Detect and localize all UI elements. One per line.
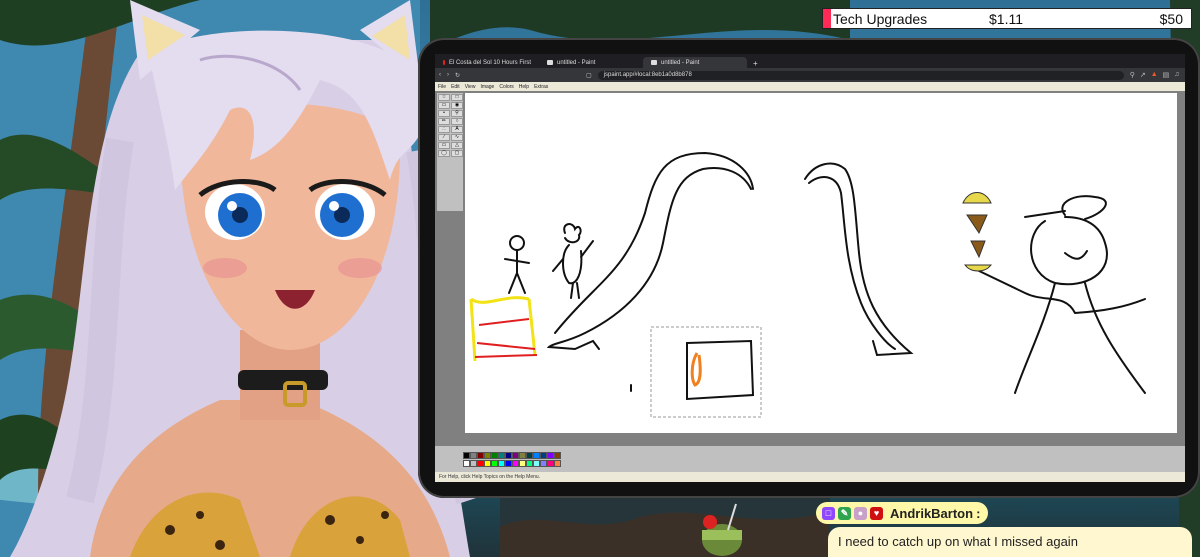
paint-canvas[interactable] [465, 93, 1177, 433]
rect-select-tool-icon[interactable]: □ [451, 94, 463, 101]
color-swatch[interactable] [484, 451, 491, 459]
coconut-drink [702, 503, 742, 556]
color-swatch[interactable] [519, 451, 526, 459]
paint-icon [651, 60, 657, 65]
color-swatch[interactable] [484, 459, 491, 467]
color-swatch[interactable] [533, 459, 540, 467]
tablet-frame: El Costa del Sol 10 Hours First untitled… [418, 38, 1200, 498]
new-tab-button[interactable]: + [747, 59, 764, 68]
paint-menu-bar: File Edit View Image Colors Help Extras [435, 82, 1185, 91]
youtube-icon [443, 60, 445, 65]
menu-extras[interactable]: Extras [534, 84, 548, 90]
color-swatch[interactable] [491, 459, 498, 467]
fill-tool-icon[interactable]: ◉ [451, 102, 463, 109]
color-swatch[interactable] [491, 451, 498, 459]
menu-edit[interactable]: Edit [451, 84, 460, 90]
rocks [500, 497, 830, 557]
goal-progress-fill [823, 9, 832, 28]
tab-title: El Costa del Sol 10 Hours First [448, 59, 531, 66]
color-swatch[interactable] [540, 451, 547, 459]
color-swatch[interactable] [470, 451, 477, 459]
browser-tab-bar: El Costa del Sol 10 Hours First untitled… [435, 54, 1185, 68]
color-swatch[interactable] [470, 459, 477, 467]
goal-target: $50 [1159, 10, 1183, 27]
color-swatch[interactable] [505, 459, 512, 467]
color-swatch[interactable] [512, 451, 519, 459]
color-swatch[interactable] [463, 459, 470, 467]
pencil-tool-icon[interactable]: ✏ [438, 118, 450, 125]
airbrush-tool-icon[interactable]: ∴ [438, 126, 450, 133]
browser-toolbar-icons: ⚲ ↗ ▲ ▤ ♫ ☰ [1130, 71, 1185, 79]
menu-image[interactable]: Image [480, 84, 494, 90]
picker-tool-icon[interactable]: • [438, 110, 450, 117]
color-swatch[interactable] [463, 451, 470, 459]
tab-title: untitled - Paint [661, 59, 700, 66]
heart-icon: ♥ [870, 506, 883, 520]
free-select-tool-icon[interactable]: ☆ [438, 94, 450, 101]
text-tool-icon[interactable]: A [451, 126, 463, 133]
tablet-screen: El Costa del Sol 10 Hours First untitled… [435, 54, 1185, 482]
menu-colors[interactable]: Colors [499, 84, 513, 90]
color-swatch[interactable] [533, 451, 540, 459]
color-swatch[interactable] [498, 451, 505, 459]
color-swatch[interactable] [519, 459, 526, 467]
browser-tab-active[interactable]: untitled - Paint [643, 57, 747, 68]
brush-tool-icon[interactable]: ○ [451, 118, 463, 125]
tab-title: untitled - Paint [557, 59, 596, 66]
music-icon[interactable]: ♫ [1174, 71, 1179, 79]
controller-icon: ● [854, 506, 867, 520]
eraser-tool-icon[interactable]: ▭ [438, 102, 450, 109]
ellipse-tool-icon[interactable]: ◯ [438, 150, 450, 157]
bookmark-icon[interactable]: ▢ [586, 72, 592, 79]
color-swatch[interactable] [540, 459, 547, 467]
forward-icon[interactable]: › [447, 72, 449, 78]
color-swatch[interactable] [477, 451, 484, 459]
twitch-icon: □ [822, 506, 835, 520]
zoom-icon[interactable]: ⚲ [1130, 71, 1135, 79]
color-swatch[interactable] [505, 451, 512, 459]
browser-address-bar: ‹ › ↻ ▢ jspaint.app/#local:8eb1a0d8b878 … [435, 68, 1185, 82]
share-icon[interactable]: ↗ [1140, 71, 1146, 79]
color-swatch[interactable] [547, 459, 554, 467]
brave-shield-icon[interactable]: ▲ [1151, 71, 1158, 79]
pencil-icon: ✎ [838, 506, 851, 520]
color-swatch[interactable] [512, 459, 519, 467]
paint-toolbox: ☆ □ ▭ ◉ • ⚲ ✏ ○ ∴ A ∕ ∿ ▭ △ ◯ ▢ [437, 93, 463, 211]
magnifier-tool-icon[interactable]: ⚲ [451, 110, 463, 117]
color-palette [435, 446, 1185, 472]
stream-goal-bar: Tech Upgrades $1.11 $50 [822, 8, 1192, 29]
goal-label: Tech Upgrades [833, 10, 928, 27]
back-icon[interactable]: ‹ [439, 72, 441, 78]
paint-icon [547, 60, 553, 65]
color-swatch[interactable] [526, 451, 533, 459]
chat-message-body: I need to catch up on what I missed agai… [828, 527, 1192, 557]
goal-current: $1.11 [989, 10, 1023, 27]
paint-status-bar: For Help, click Help Topics on the Help … [435, 472, 1185, 482]
chat-username[interactable]: AndrikBarton [890, 506, 973, 521]
menu-help[interactable]: Help [519, 84, 529, 90]
url-field[interactable]: jspaint.app/#local:8eb1a0d8b878 [597, 70, 1124, 80]
reload-icon[interactable]: ↻ [455, 72, 460, 79]
rounded-rect-tool-icon[interactable]: ▢ [451, 150, 463, 157]
menu-file[interactable]: File [438, 84, 446, 90]
polygon-tool-icon[interactable]: △ [451, 142, 463, 149]
color-swatch[interactable] [526, 459, 533, 467]
browser-tab[interactable]: untitled - Paint [539, 57, 643, 68]
extension-icon[interactable]: ▤ [1163, 71, 1170, 79]
paint-workspace: ☆ □ ▭ ◉ • ⚲ ✏ ○ ∴ A ∕ ∿ ▭ △ ◯ ▢ [435, 91, 1185, 446]
color-swatch[interactable] [554, 459, 561, 467]
canvas-drawing [469, 151, 1146, 418]
chat-message-header: □ ✎ ● ♥ AndrikBarton: [816, 502, 989, 524]
chat-username-suffix: : [976, 505, 981, 521]
color-swatch[interactable] [554, 451, 561, 459]
menu-view[interactable]: View [465, 84, 476, 90]
browser-tab[interactable]: El Costa del Sol 10 Hours First [435, 57, 539, 68]
line-tool-icon[interactable]: ∕ [438, 134, 450, 141]
color-swatch[interactable] [498, 459, 505, 467]
rectangle-tool-icon[interactable]: ▭ [438, 142, 450, 149]
curve-tool-icon[interactable]: ∿ [451, 134, 463, 141]
color-swatch[interactable] [547, 451, 554, 459]
color-swatch[interactable] [477, 459, 484, 467]
